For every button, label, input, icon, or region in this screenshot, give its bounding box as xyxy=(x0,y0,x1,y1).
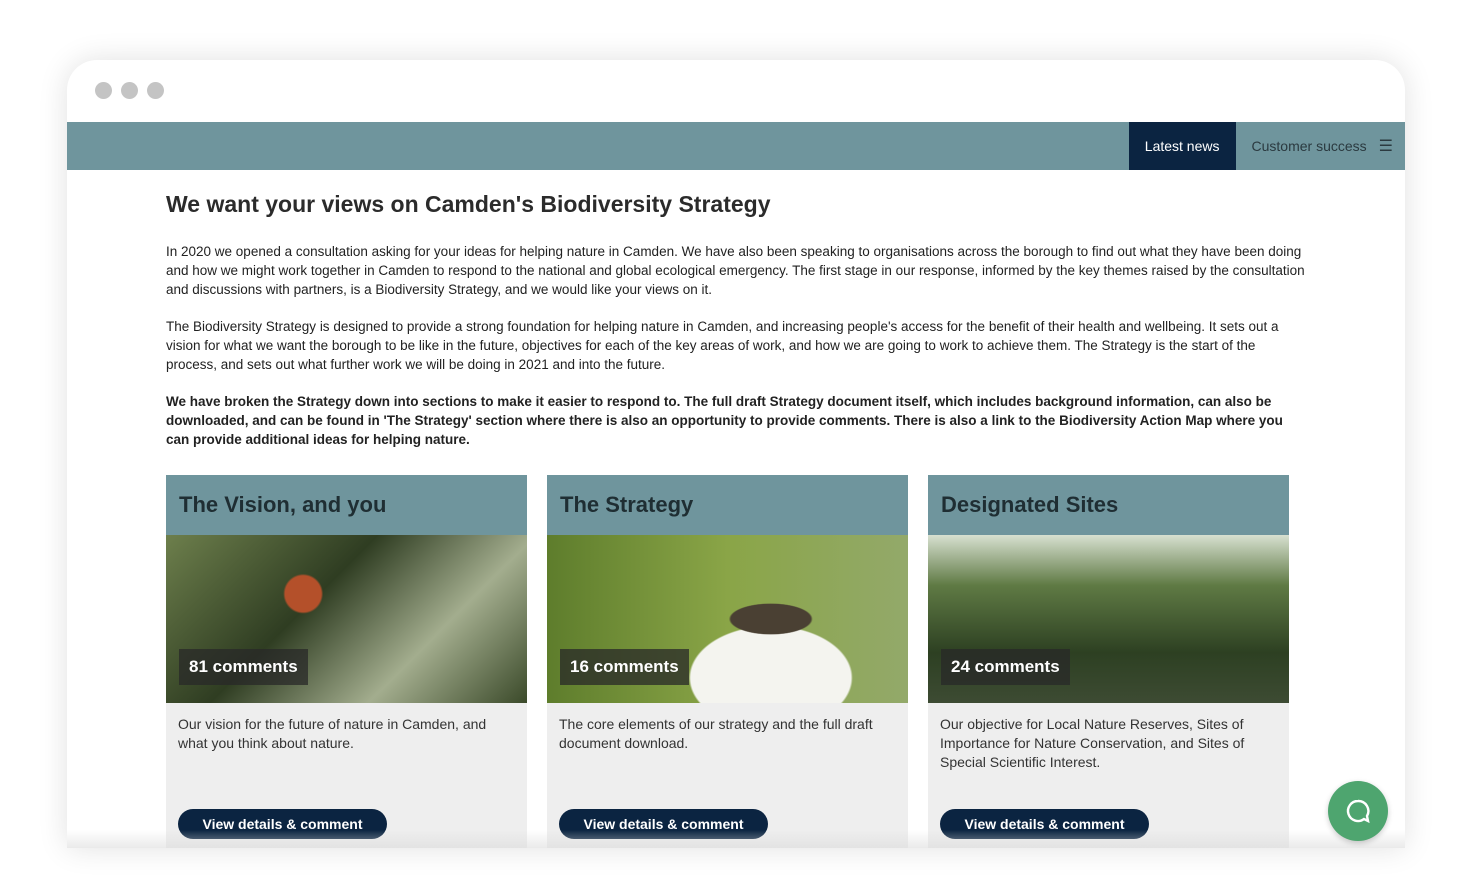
card-designated-sites: Designated Sites 24 comments Our objecti… xyxy=(928,475,1289,848)
card-description: The core elements of our strategy and th… xyxy=(559,716,873,751)
main-content: We want your views on Camden's Biodivers… xyxy=(166,170,1306,848)
comments-badge: 16 comments xyxy=(560,649,689,685)
card-title[interactable]: The Strategy xyxy=(547,475,908,535)
chat-button[interactable] xyxy=(1328,781,1388,841)
page-title: We want your views on Camden's Biodivers… xyxy=(166,191,771,217)
comments-badge: 81 comments xyxy=(179,649,308,685)
card-vision: The Vision, and you 81 comments Our visi… xyxy=(166,475,527,848)
card-strategy: The Strategy 16 comments The core elemen… xyxy=(547,475,908,848)
window-dot[interactable] xyxy=(121,82,138,99)
card-description: Our vision for the future of nature in C… xyxy=(178,716,487,751)
chat-bubble-icon xyxy=(1346,799,1370,824)
hamburger-icon[interactable]: ☰ xyxy=(1379,136,1393,156)
intro-paragraph: In 2020 we opened a consultation asking … xyxy=(166,244,1305,297)
card-description: Our objective for Local Nature Reserves,… xyxy=(940,716,1245,770)
sections-paragraph: We have broken the Strategy down into se… xyxy=(166,394,1283,447)
nav-customer-success[interactable]: Customer success ☰ xyxy=(1236,122,1406,170)
card-title[interactable]: The Vision, and you xyxy=(166,475,527,535)
nav-customer-label: Customer success xyxy=(1251,138,1367,154)
card-title[interactable]: Designated Sites xyxy=(928,475,1289,535)
bee-image[interactable]: 16 comments xyxy=(547,535,908,703)
card-list: The Vision, and you 81 comments Our visi… xyxy=(166,475,1306,848)
robin-image[interactable]: 81 comments xyxy=(166,535,527,703)
nav-latest-news[interactable]: Latest news xyxy=(1128,122,1236,170)
bottom-fade xyxy=(67,830,1405,848)
window-dot[interactable] xyxy=(147,82,164,99)
comments-badge: 24 comments xyxy=(941,649,1070,685)
top-nav: Latest news Customer success ☰ xyxy=(67,122,1405,170)
woodland-image[interactable]: 24 comments xyxy=(928,535,1289,703)
window-dot[interactable] xyxy=(95,82,112,99)
strategy-paragraph: The Biodiversity Strategy is designed to… xyxy=(166,319,1279,372)
browser-window: Latest news Customer success ☰ We want y… xyxy=(67,60,1405,848)
window-controls xyxy=(95,82,164,99)
